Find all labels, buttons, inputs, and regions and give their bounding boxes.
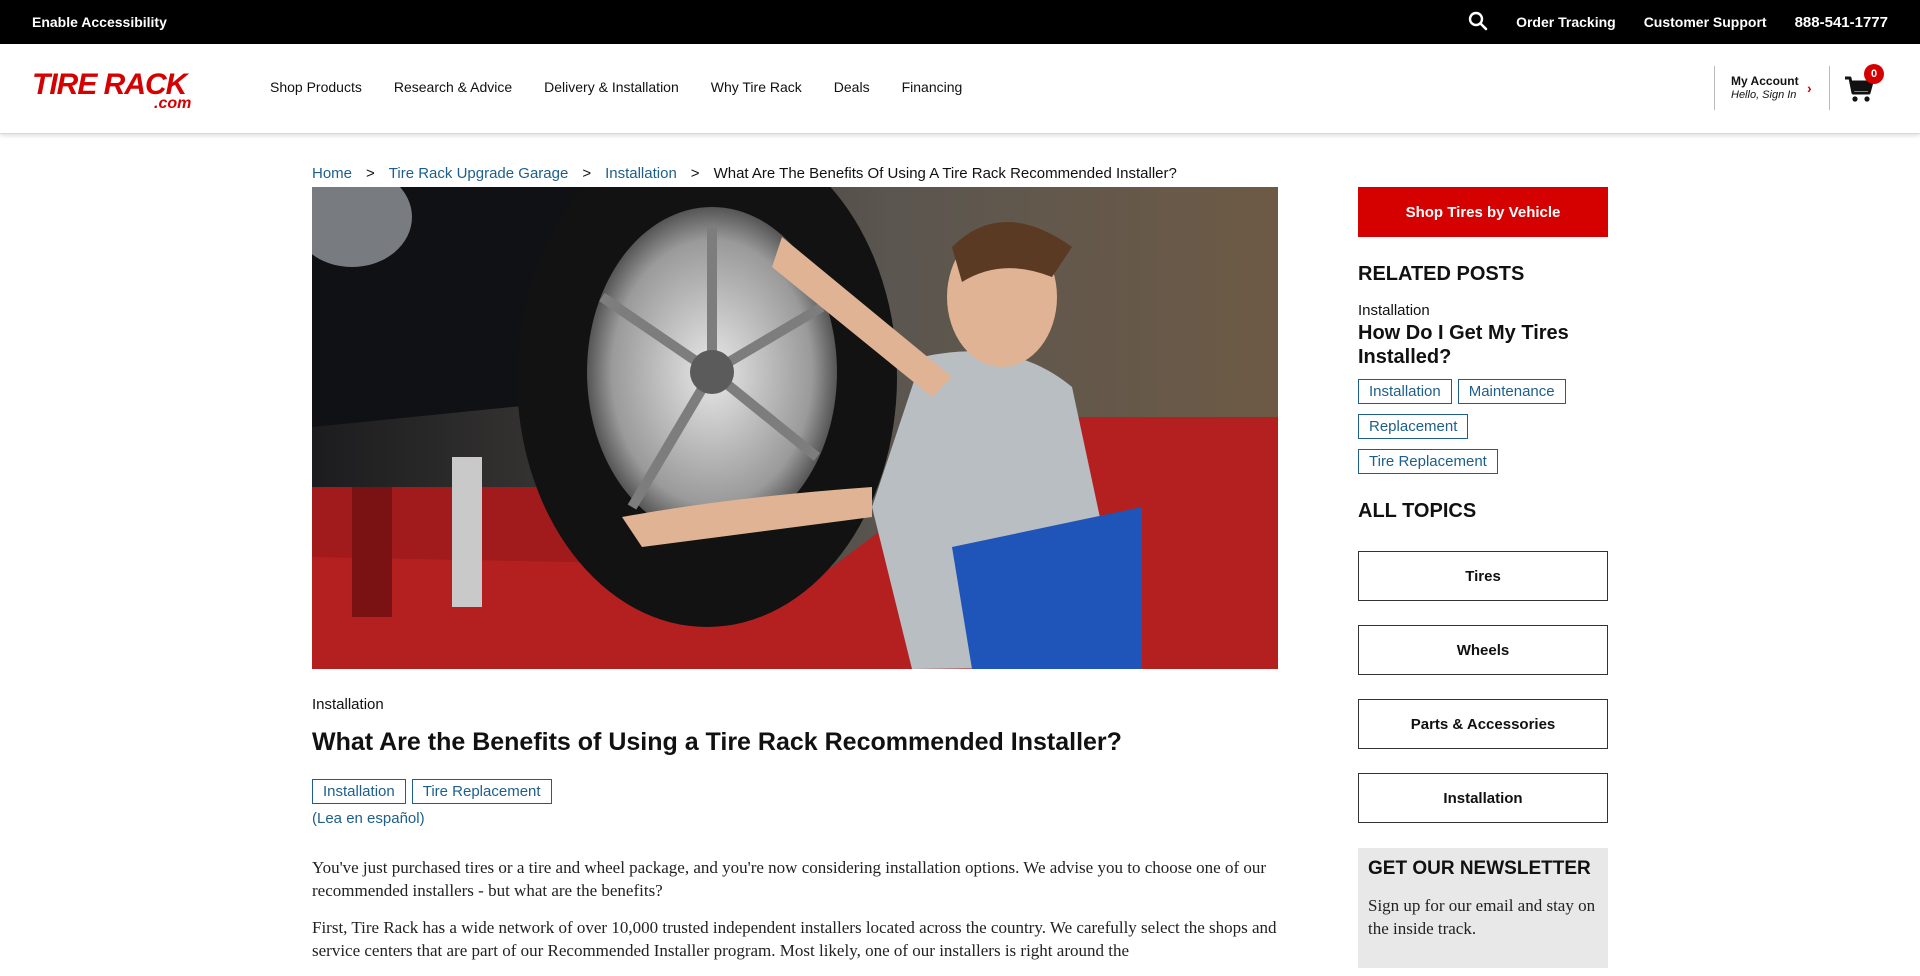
svg-text:.com: .com (154, 95, 191, 110)
topic-installation-button[interactable]: Installation (1358, 773, 1608, 823)
breadcrumb-current: What Are The Benefits Of Using A Tire Ra… (713, 165, 1177, 182)
breadcrumb-home[interactable]: Home (312, 165, 352, 182)
related-post-tags: Installation Maintenance Replacement Tir… (1358, 379, 1608, 474)
article-category: Installation (312, 696, 384, 713)
related-posts-heading: RELATED POSTS (1358, 263, 1525, 285)
breadcrumb-separator: > (582, 165, 592, 182)
article-body: You've just purchased tires or a tire an… (312, 856, 1278, 976)
account-title: My Account (1731, 74, 1799, 88)
tag-installation[interactable]: Installation (1358, 379, 1452, 404)
utility-bar: Enable Accessibility Order Tracking Cust… (0, 0, 1920, 44)
shop-tires-by-vehicle-button[interactable]: Shop Tires by Vehicle (1358, 187, 1608, 237)
phone-number-link[interactable]: 888-541-1777 (1795, 14, 1888, 31)
breadcrumb-installation[interactable]: Installation (605, 165, 677, 182)
topic-wheels-button[interactable]: Wheels (1358, 625, 1608, 675)
article-title: What Are the Benefits of Using a Tire Ra… (312, 728, 1122, 756)
related-post-title[interactable]: How Do I Get My Tires Installed? (1358, 321, 1608, 369)
enable-accessibility-link[interactable]: Enable Accessibility (32, 14, 167, 30)
nav-shop-products[interactable]: Shop Products (270, 79, 362, 95)
site-header: TIRE RACK .com Shop Products Research & … (0, 44, 1920, 134)
spanish-version-link[interactable]: (Lea en español) (312, 810, 425, 827)
tag-replacement[interactable]: Replacement (1358, 414, 1469, 439)
article-paragraph: You've just purchased tires or a tire an… (312, 858, 1267, 900)
newsletter-text: Sign up for our email and stay on the in… (1368, 896, 1596, 938)
tag-tire-replacement[interactable]: Tire Replacement (1358, 449, 1498, 474)
hero-image (312, 187, 1278, 669)
all-topics-heading: ALL TOPICS (1358, 500, 1477, 522)
article-tags: Installation Tire Replacement (312, 779, 552, 804)
tag-maintenance[interactable]: Maintenance (1457, 379, 1566, 404)
main-nav: Shop Products Research & Advice Delivery… (270, 79, 962, 95)
tag-tire-replacement[interactable]: Tire Replacement (411, 779, 552, 804)
breadcrumb-separator: > (690, 165, 700, 182)
tag-installation[interactable]: Installation (312, 779, 406, 804)
breadcrumb: Home > Tire Rack Upgrade Garage > Instal… (312, 165, 1177, 182)
nav-why-tire-rack[interactable]: Why Tire Rack (711, 79, 802, 95)
article-paragraph: First, Tire Rack has a wide network of o… (312, 918, 1277, 960)
tire-rack-logo[interactable]: TIRE RACK .com (32, 66, 222, 110)
related-post-category: Installation (1358, 302, 1430, 319)
sidebar: Shop Tires by Vehicle RELATED POSTS Inst… (1358, 187, 1608, 968)
nav-research-advice[interactable]: Research & Advice (394, 79, 512, 95)
customer-support-link[interactable]: Customer Support (1644, 14, 1767, 30)
nav-deals[interactable]: Deals (834, 79, 870, 95)
cart-count-badge: 0 (1864, 64, 1884, 84)
chevron-right-icon: › (1807, 80, 1812, 96)
search-icon[interactable] (1468, 11, 1488, 31)
divider (1829, 66, 1830, 110)
newsletter-heading: GET OUR NEWSLETTER (1368, 858, 1591, 879)
topic-parts-accessories-button[interactable]: Parts & Accessories (1358, 699, 1608, 749)
order-tracking-link[interactable]: Order Tracking (1516, 14, 1616, 30)
breadcrumb-upgrade-garage[interactable]: Tire Rack Upgrade Garage (389, 165, 569, 182)
nav-delivery-installation[interactable]: Delivery & Installation (544, 79, 679, 95)
breadcrumb-separator: > (366, 165, 375, 182)
newsletter-box: GET OUR NEWSLETTER Sign up for our email… (1358, 848, 1608, 968)
topic-tires-button[interactable]: Tires (1358, 551, 1608, 601)
nav-financing[interactable]: Financing (902, 79, 963, 95)
my-account-button[interactable]: My Account Hello, Sign In › (1714, 66, 1812, 110)
account-subtitle: Hello, Sign In (1731, 89, 1797, 101)
